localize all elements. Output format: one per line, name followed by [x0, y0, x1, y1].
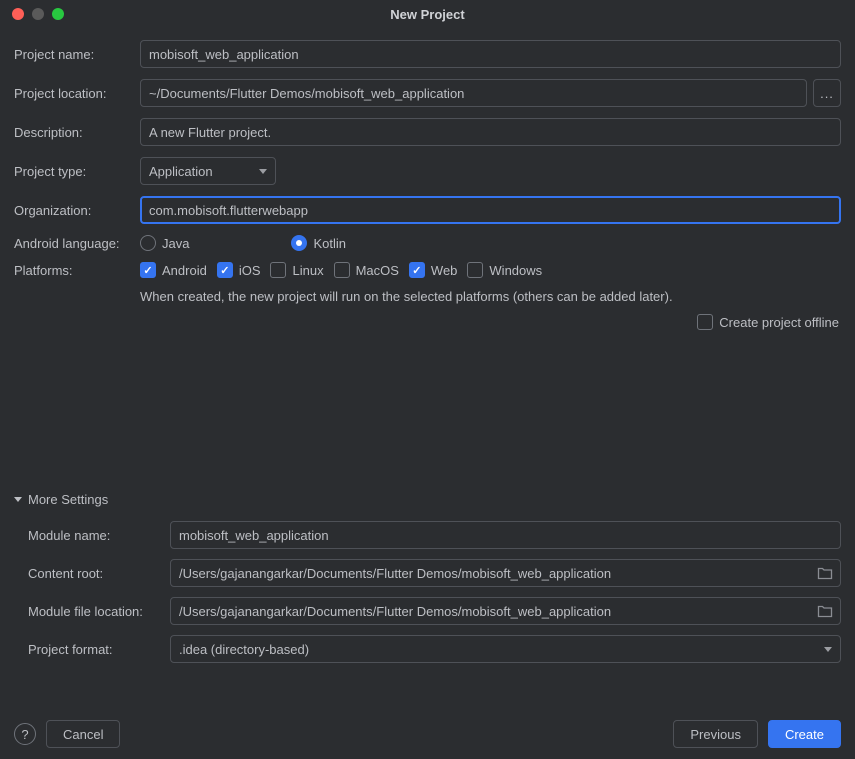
checkbox-android[interactable]: Android: [140, 262, 207, 278]
chevron-down-icon: [259, 169, 267, 174]
radio-icon: [291, 235, 307, 251]
checkbox-ios-label: iOS: [239, 263, 261, 278]
android-language-label: Android language:: [14, 236, 140, 251]
module-name-input[interactable]: mobisoft_web_application: [170, 521, 841, 549]
close-window-button[interactable]: [12, 8, 24, 20]
platforms-label: Platforms:: [14, 263, 140, 278]
window-title: New Project: [10, 7, 845, 22]
checkbox-icon: [270, 262, 286, 278]
module-name-label: Module name:: [14, 528, 170, 543]
radio-java-label: Java: [162, 236, 189, 251]
chevron-down-icon: [14, 497, 22, 502]
checkbox-web[interactable]: Web: [409, 262, 458, 278]
chevron-down-icon: [824, 647, 832, 652]
checkbox-create-offline[interactable]: Create project offline: [697, 314, 839, 330]
project-format-select[interactable]: .idea (directory-based): [170, 635, 841, 663]
more-settings-toggle[interactable]: More Settings: [14, 492, 841, 507]
dialog-footer: ? Cancel Previous Create: [0, 709, 855, 759]
project-name-label: Project name:: [14, 47, 140, 62]
project-format-value: .idea (directory-based): [179, 642, 309, 657]
project-type-select[interactable]: Application: [140, 157, 276, 185]
radio-kotlin[interactable]: Kotlin: [291, 235, 346, 251]
cancel-button[interactable]: Cancel: [46, 720, 120, 748]
platforms-hint: When created, the new project will run o…: [140, 289, 841, 304]
description-label: Description:: [14, 125, 140, 140]
checkbox-windows[interactable]: Windows: [467, 262, 542, 278]
module-file-location-input[interactable]: /Users/gajanangarkar/Documents/Flutter D…: [170, 597, 841, 625]
maximize-window-button[interactable]: [52, 8, 64, 20]
checkbox-icon: [140, 262, 156, 278]
radio-icon: [140, 235, 156, 251]
more-settings-title: More Settings: [28, 492, 108, 507]
radio-kotlin-label: Kotlin: [313, 236, 346, 251]
folder-icon[interactable]: [817, 566, 833, 580]
checkbox-icon: [217, 262, 233, 278]
checkbox-linux-label: Linux: [292, 263, 323, 278]
checkbox-icon: [467, 262, 483, 278]
checkbox-ios[interactable]: iOS: [217, 262, 261, 278]
project-format-label: Project format:: [14, 642, 170, 657]
checkbox-icon: [334, 262, 350, 278]
titlebar: New Project: [0, 0, 855, 28]
checkbox-web-label: Web: [431, 263, 458, 278]
checkbox-macos-label: MacOS: [356, 263, 399, 278]
content-root-input[interactable]: /Users/gajanangarkar/Documents/Flutter D…: [170, 559, 841, 587]
project-location-input[interactable]: ~/Documents/Flutter Demos/mobisoft_web_a…: [140, 79, 807, 107]
checkbox-create-offline-label: Create project offline: [719, 315, 839, 330]
organization-label: Organization:: [14, 203, 140, 218]
project-name-input[interactable]: mobisoft_web_application: [140, 40, 841, 68]
module-file-location-label: Module file location:: [14, 604, 170, 619]
checkbox-windows-label: Windows: [489, 263, 542, 278]
previous-button[interactable]: Previous: [673, 720, 758, 748]
project-location-label: Project location:: [14, 86, 140, 101]
content-root-label: Content root:: [14, 566, 170, 581]
project-type-value: Application: [149, 164, 213, 179]
checkbox-icon: [697, 314, 713, 330]
description-input[interactable]: A new Flutter project.: [140, 118, 841, 146]
minimize-window-button[interactable]: [32, 8, 44, 20]
browse-location-button[interactable]: ...: [813, 79, 841, 107]
organization-input[interactable]: com.mobisoft.flutterwebapp: [140, 196, 841, 224]
create-button[interactable]: Create: [768, 720, 841, 748]
checkbox-macos[interactable]: MacOS: [334, 262, 399, 278]
project-type-label: Project type:: [14, 164, 140, 179]
checkbox-icon: [409, 262, 425, 278]
window-controls: [12, 8, 64, 20]
checkbox-linux[interactable]: Linux: [270, 262, 323, 278]
help-button[interactable]: ?: [14, 723, 36, 745]
radio-java[interactable]: Java: [140, 235, 189, 251]
folder-icon[interactable]: [817, 604, 833, 618]
checkbox-android-label: Android: [162, 263, 207, 278]
